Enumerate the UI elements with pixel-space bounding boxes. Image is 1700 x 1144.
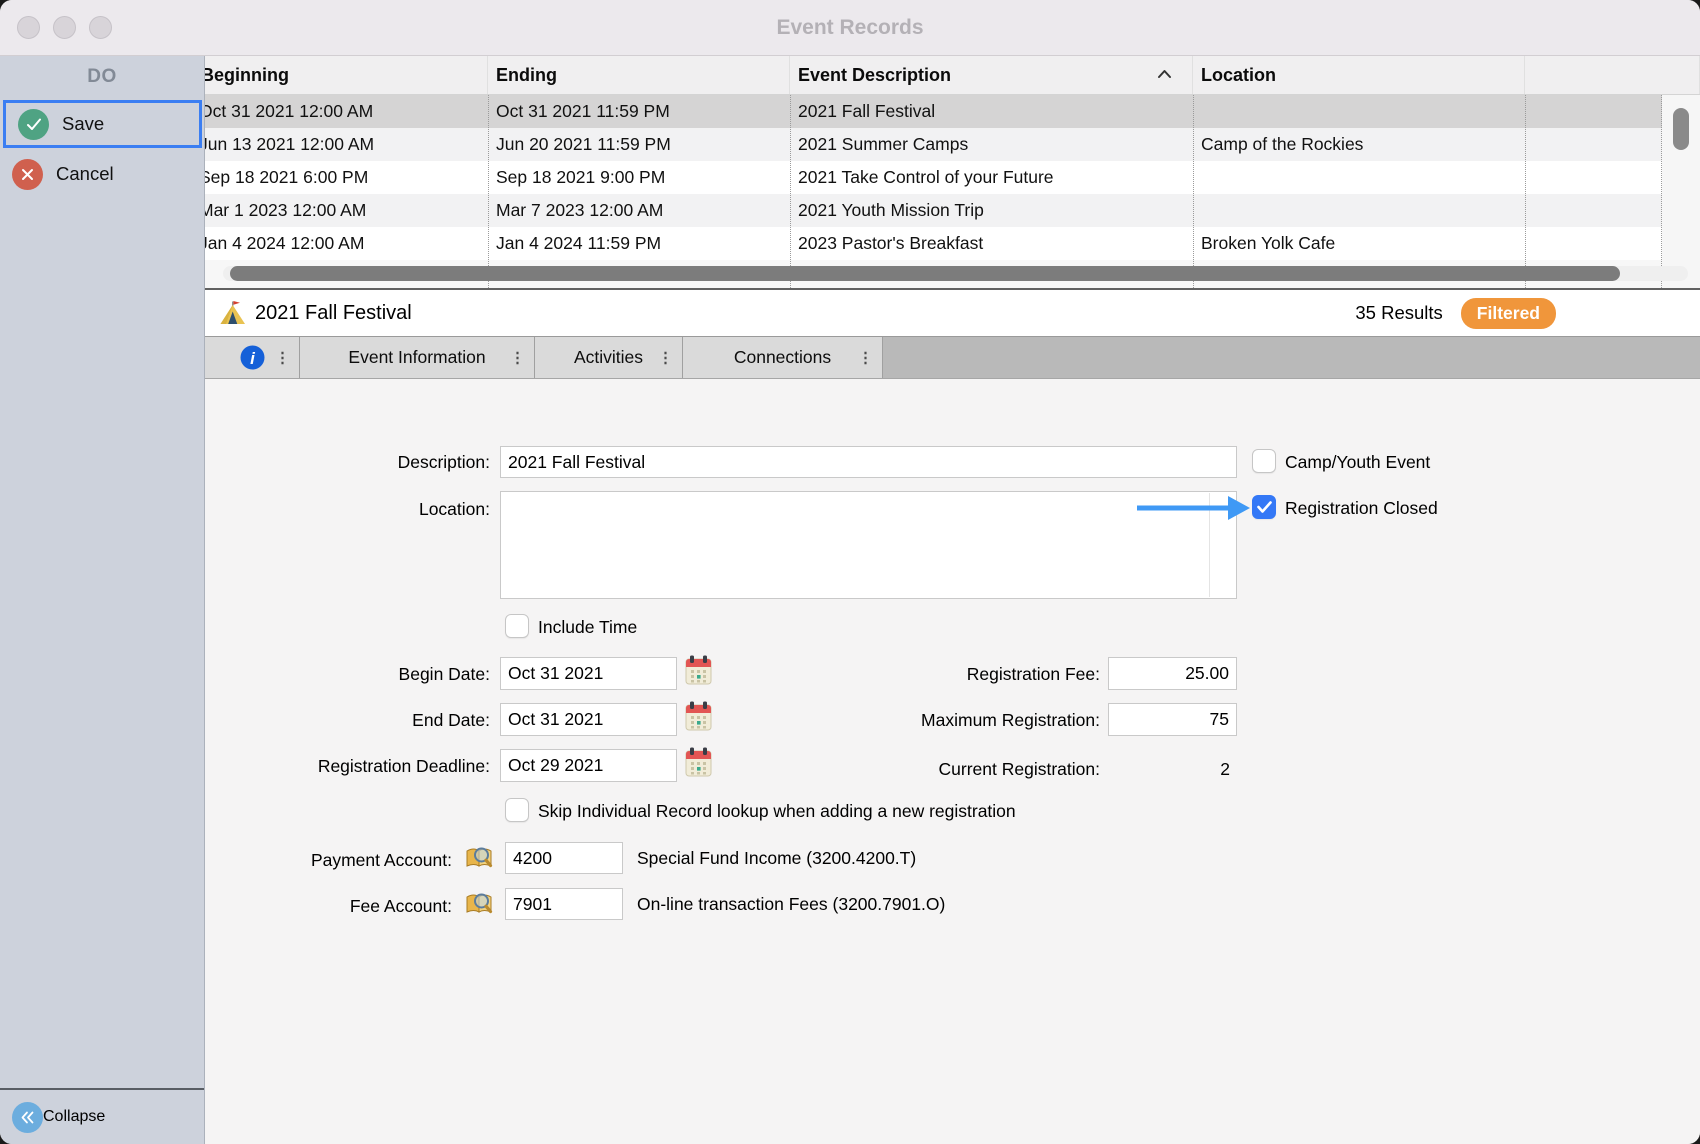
cancel-button-label: Cancel bbox=[56, 163, 114, 185]
camp-youth-event-checkbox[interactable] bbox=[1252, 449, 1276, 473]
sidebar-header: DO bbox=[0, 56, 204, 98]
tab-info[interactable]: i ⋮ bbox=[205, 337, 300, 378]
registration-fee-label: Registration Fee: bbox=[705, 664, 1100, 685]
table-row[interactable]: Sep 18 2021 6:00 PM Sep 18 2021 9:00 PM … bbox=[205, 161, 1662, 194]
double-chevron-left-icon bbox=[12, 1102, 43, 1133]
vertical-scrollbar-thumb[interactable] bbox=[1673, 108, 1689, 150]
save-button[interactable]: Save bbox=[3, 100, 202, 148]
account-lookup-icon[interactable] bbox=[464, 845, 494, 871]
tab-grip-handle[interactable]: ⋮ bbox=[658, 350, 673, 365]
tab-bar: i ⋮ Event Information ⋮ Activities ⋮ Con… bbox=[205, 336, 1700, 379]
checkmark-icon bbox=[1257, 501, 1272, 513]
horizontal-scrollbar[interactable] bbox=[223, 266, 1688, 281]
annotation-arrow-icon bbox=[1137, 495, 1251, 521]
tab-grip-handle[interactable]: ⋮ bbox=[275, 350, 290, 365]
begin-date-input[interactable] bbox=[500, 657, 677, 690]
table-row[interactable]: Mar 1 2023 12:00 AM Mar 7 2023 12:00 AM … bbox=[205, 194, 1662, 227]
column-header-event-description[interactable]: Event Description bbox=[790, 56, 1193, 94]
include-time-checkbox[interactable] bbox=[505, 614, 529, 638]
table-row[interactable]: Oct 31 2021 12:00 AM Oct 31 2021 11:59 P… bbox=[205, 95, 1662, 128]
table-row[interactable]: Jun 13 2021 12:00 AM Jun 20 2021 11:59 P… bbox=[205, 128, 1662, 161]
tab-connections[interactable]: Connections ⋮ bbox=[683, 337, 883, 378]
info-icon: i bbox=[240, 345, 265, 370]
title-bar: Event Records bbox=[0, 0, 1700, 56]
fee-account-input[interactable] bbox=[505, 888, 623, 920]
camp-youth-event-label: Camp/Youth Event bbox=[1285, 452, 1430, 473]
column-divider bbox=[488, 95, 489, 288]
registration-fee-input[interactable] bbox=[1108, 657, 1237, 690]
registration-closed-checkbox[interactable] bbox=[1252, 495, 1276, 519]
payment-account-description: Special Fund Income (3200.4200.T) bbox=[637, 848, 916, 869]
column-header-location[interactable]: Location bbox=[1193, 56, 1525, 94]
description-label: Description: bbox=[205, 452, 490, 473]
main-content: Beginning Ending Event Description Locat… bbox=[205, 56, 1700, 1144]
tab-grip-handle[interactable]: ⋮ bbox=[510, 350, 525, 365]
registration-closed-label: Registration Closed bbox=[1285, 498, 1438, 519]
detail-header: 2021 Fall Festival 35 Results Filtered bbox=[205, 290, 1700, 336]
fee-account-description: On-line transaction Fees (3200.7901.O) bbox=[637, 894, 945, 915]
location-label: Location: bbox=[205, 499, 490, 520]
description-input[interactable] bbox=[500, 446, 1237, 478]
column-header-beginning[interactable]: Beginning bbox=[205, 56, 488, 94]
include-time-label: Include Time bbox=[538, 617, 637, 638]
maximum-registration-input[interactable] bbox=[1108, 703, 1237, 736]
begin-date-label: Begin Date: bbox=[205, 664, 490, 685]
collapse-button[interactable]: Collapse bbox=[0, 1088, 204, 1144]
table-row[interactable]: Jan 4 2024 12:00 AM Jan 4 2024 11:59 PM … bbox=[205, 227, 1662, 260]
column-divider bbox=[1525, 95, 1526, 288]
payment-account-input[interactable] bbox=[505, 842, 623, 874]
location-textarea[interactable] bbox=[500, 491, 1237, 599]
do-sidebar: DO Save Cancel Collapse bbox=[0, 56, 205, 1144]
event-information-form: Description: Camp/Youth Event Location: … bbox=[205, 379, 1700, 1144]
payment-account-label: Payment Account: bbox=[205, 850, 452, 871]
window-title: Event Records bbox=[0, 0, 1700, 56]
current-registration-value: 2 bbox=[1108, 759, 1230, 780]
skip-lookup-checkbox[interactable] bbox=[505, 798, 529, 822]
tab-activities[interactable]: Activities ⋮ bbox=[535, 337, 683, 378]
event-records-window: Event Records Beginning Ending Event Des… bbox=[0, 0, 1700, 1144]
save-check-icon bbox=[18, 109, 49, 140]
registration-deadline-label: Registration Deadline: bbox=[205, 756, 490, 777]
save-button-label: Save bbox=[62, 113, 104, 135]
horizontal-scrollbar-thumb[interactable] bbox=[230, 266, 1620, 281]
cancel-x-icon bbox=[12, 159, 43, 190]
column-header-ending[interactable]: Ending bbox=[488, 56, 790, 94]
cancel-button[interactable]: Cancel bbox=[0, 150, 204, 198]
filtered-badge[interactable]: Filtered bbox=[1461, 298, 1556, 329]
tab-grip-handle[interactable]: ⋮ bbox=[858, 350, 873, 365]
account-lookup-icon[interactable] bbox=[464, 891, 494, 917]
table-header-row: Beginning Ending Event Description Locat… bbox=[205, 56, 1700, 95]
fee-account-label: Fee Account: bbox=[205, 896, 452, 917]
detail-title: 2021 Fall Festival bbox=[255, 302, 412, 325]
column-header-spacer bbox=[1525, 56, 1700, 94]
end-date-input[interactable] bbox=[500, 703, 677, 736]
event-records-table: Beginning Ending Event Description Locat… bbox=[205, 56, 1700, 288]
sort-ascending-icon bbox=[1157, 69, 1172, 79]
tent-icon bbox=[219, 300, 246, 326]
vertical-scrollbar[interactable] bbox=[1662, 95, 1700, 288]
registration-deadline-input[interactable] bbox=[500, 749, 677, 782]
current-registration-label: Current Registration: bbox=[705, 759, 1100, 780]
tab-event-information[interactable]: Event Information ⋮ bbox=[300, 337, 535, 378]
skip-lookup-label: Skip Individual Record lookup when addin… bbox=[538, 801, 1016, 822]
table-rows: Oct 31 2021 12:00 AM Oct 31 2021 11:59 P… bbox=[205, 95, 1662, 260]
column-divider bbox=[1193, 95, 1194, 288]
end-date-label: End Date: bbox=[205, 710, 490, 731]
collapse-button-label: Collapse bbox=[43, 1108, 105, 1126]
results-count: 35 Results bbox=[1355, 302, 1442, 324]
column-divider bbox=[790, 95, 791, 288]
maximum-registration-label: Maximum Registration: bbox=[705, 710, 1100, 731]
